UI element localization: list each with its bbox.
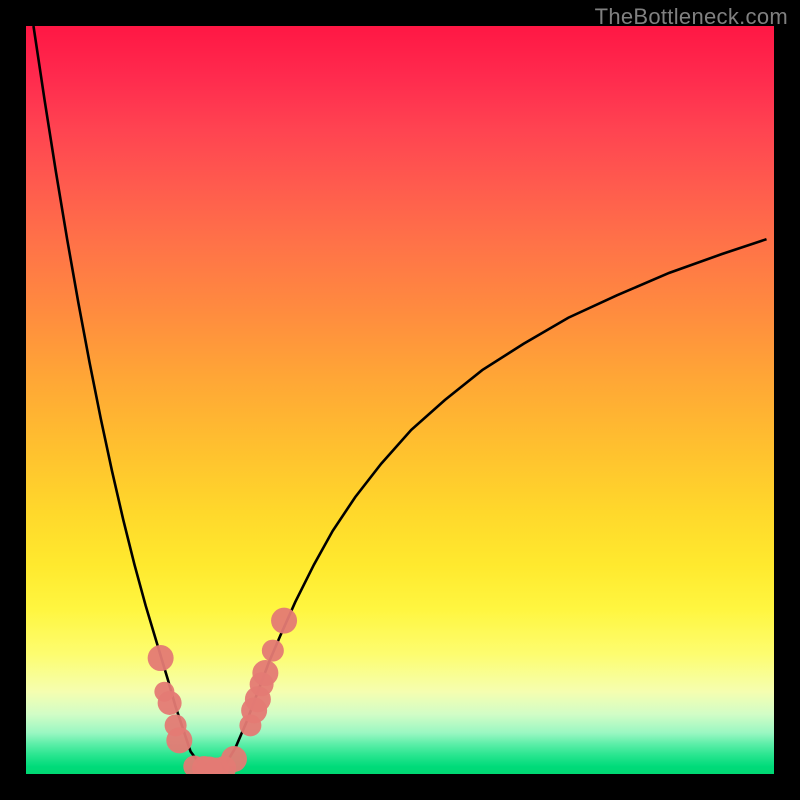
- chart-frame: TheBottleneck.com: [0, 0, 800, 800]
- data-point: [158, 691, 182, 715]
- data-point: [262, 640, 284, 662]
- data-point: [271, 608, 297, 634]
- scatter-layer: [148, 608, 297, 774]
- data-point: [252, 660, 278, 686]
- plot-area: [26, 26, 774, 774]
- chart-svg: [26, 26, 774, 774]
- data-point: [148, 645, 174, 671]
- data-point: [221, 746, 247, 772]
- curve-layer: [33, 26, 766, 772]
- data-point: [166, 727, 192, 753]
- watermark-text: TheBottleneck.com: [595, 4, 788, 30]
- bottleneck-curve: [33, 26, 766, 772]
